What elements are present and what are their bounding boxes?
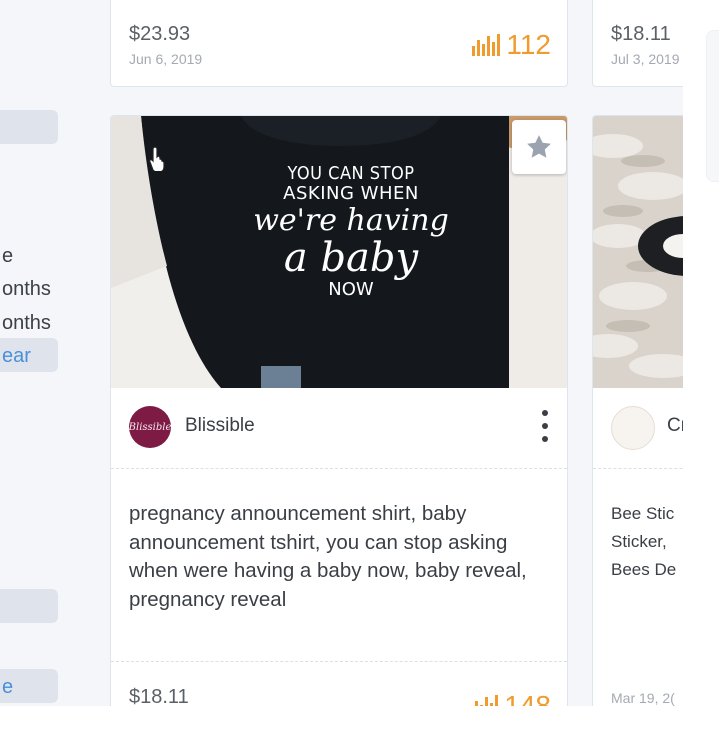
listing-title[interactable]: pregnancy announcement shirt, baby annou…	[129, 500, 554, 614]
listing-card-right[interactable]: Cr Bee Stic Sticker, Bees De Mar 19, 2(	[592, 115, 683, 706]
filter-sidebar: e onths onths ear e	[0, 0, 70, 706]
filter-pill[interactable]: e	[0, 669, 58, 703]
star-icon	[527, 135, 551, 158]
listing-title[interactable]: Bee Stic Sticker, Bees De	[611, 500, 683, 584]
listing-date: Jun 6, 2019	[129, 51, 203, 67]
shirt-text-line: a baby	[283, 235, 419, 281]
analytics-bars-icon	[470, 695, 499, 706]
shop-name[interactable]: Blissible	[185, 415, 255, 437]
listing-price: $18.11	[129, 686, 189, 706]
listings-viewport: e onths onths ear e $23.93 Jun 6, 2019 1…	[0, 0, 683, 706]
filter-link[interactable]: ear	[2, 344, 31, 368]
listing-stat: 112	[472, 29, 551, 61]
listing-price: $18.11	[611, 23, 671, 45]
page-bottom-gutter	[0, 706, 683, 736]
listing-card-top-right[interactable]: $18.11 Jul 3, 2019	[592, 0, 683, 87]
stat-value: 148	[504, 690, 551, 706]
listing-price: $23.93	[129, 23, 191, 45]
analytics-bars-icon	[472, 34, 501, 56]
listing-stat: 148	[470, 690, 551, 706]
shirt-text-line: ASKING WHEN	[283, 183, 419, 204]
filter-link[interactable]: e	[2, 675, 13, 699]
page-right-gutter	[683, 0, 719, 736]
listing-date: Mar 19, 2(	[611, 690, 675, 706]
filter-pill[interactable]	[0, 110, 58, 144]
shirt-text-line: YOU CAN STOP	[287, 163, 415, 184]
shirt-graphic: YOU CAN STOP ASKING WHEN we're having a …	[251, 164, 451, 302]
listing-image[interactable]: YOU CAN STOP ASKING WHEN we're having a …	[111, 116, 567, 388]
hand-cursor-icon	[149, 146, 165, 171]
scroll-hint	[706, 30, 719, 182]
filter-option[interactable]: onths	[2, 277, 51, 301]
shirt-text-line: NOW	[328, 279, 374, 300]
filter-option[interactable]: e	[2, 244, 13, 268]
shop-row[interactable]: Blissible Blissible	[111, 388, 567, 469]
favorite-button[interactable]	[512, 120, 566, 174]
shop-name[interactable]: Cr	[667, 415, 683, 437]
shop-row[interactable]: Cr	[593, 388, 683, 469]
listing-date: Jul 3, 2019	[611, 51, 680, 67]
listing-card-top[interactable]: $23.93 Jun 6, 2019 112	[110, 0, 568, 87]
shop-avatar[interactable]: Blissible	[129, 406, 171, 448]
filter-pill[interactable]	[0, 589, 58, 623]
filter-option[interactable]: onths	[2, 311, 51, 335]
kebab-menu-icon[interactable]	[541, 410, 549, 442]
card-divider	[111, 661, 567, 663]
shirt-text-line: we're having	[253, 203, 449, 238]
stat-value: 112	[506, 29, 551, 60]
filter-pill[interactable]: ear	[0, 338, 58, 372]
shop-avatar[interactable]	[611, 406, 655, 450]
listing-card[interactable]: YOU CAN STOP ASKING WHEN we're having a …	[110, 115, 568, 706]
listing-image-right[interactable]	[593, 116, 683, 388]
